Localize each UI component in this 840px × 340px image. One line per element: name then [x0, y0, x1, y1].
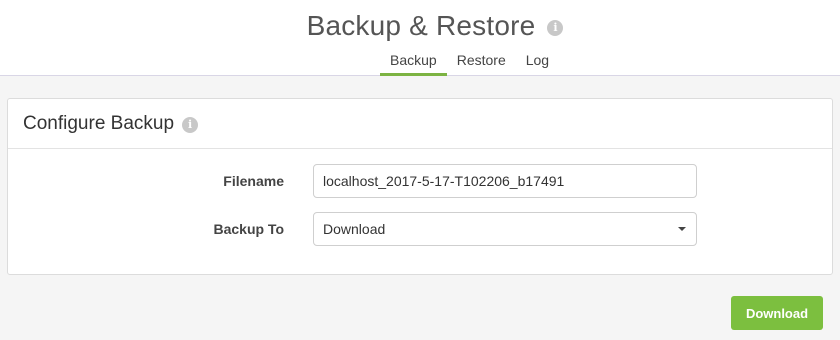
panel-title: Configure Backup — [23, 112, 175, 134]
filename-row: Filename — [8, 164, 834, 198]
tab-restore[interactable]: Restore — [447, 47, 516, 76]
backup-to-row: Backup To Download — [8, 212, 834, 246]
filename-label: Filename — [223, 173, 284, 189]
tab-bar: Backup Restore Log — [380, 47, 559, 76]
tab-backup[interactable]: Backup — [380, 47, 447, 76]
filename-input[interactable] — [313, 164, 697, 198]
backup-to-label: Backup To — [213, 221, 284, 237]
download-button[interactable]: Download — [731, 296, 823, 330]
chevron-down-icon — [678, 227, 686, 231]
page-title: Backup & Restore — [306, 10, 536, 41]
info-icon[interactable]: i — [182, 116, 199, 133]
configure-backup-panel: Configure Backup i Filename Backup To Do… — [7, 98, 833, 275]
title-row: Backup & Restore i — [0, 8, 840, 44]
info-icon[interactable]: i — [547, 20, 564, 36]
backup-to-select[interactable]: Download — [313, 212, 697, 246]
tab-log[interactable]: Log — [516, 47, 559, 76]
backup-to-selected-value: Download — [323, 221, 386, 237]
page-header: Backup & Restore i Backup Restore Log — [0, 0, 840, 76]
panel-header: Configure Backup i — [8, 99, 832, 149]
